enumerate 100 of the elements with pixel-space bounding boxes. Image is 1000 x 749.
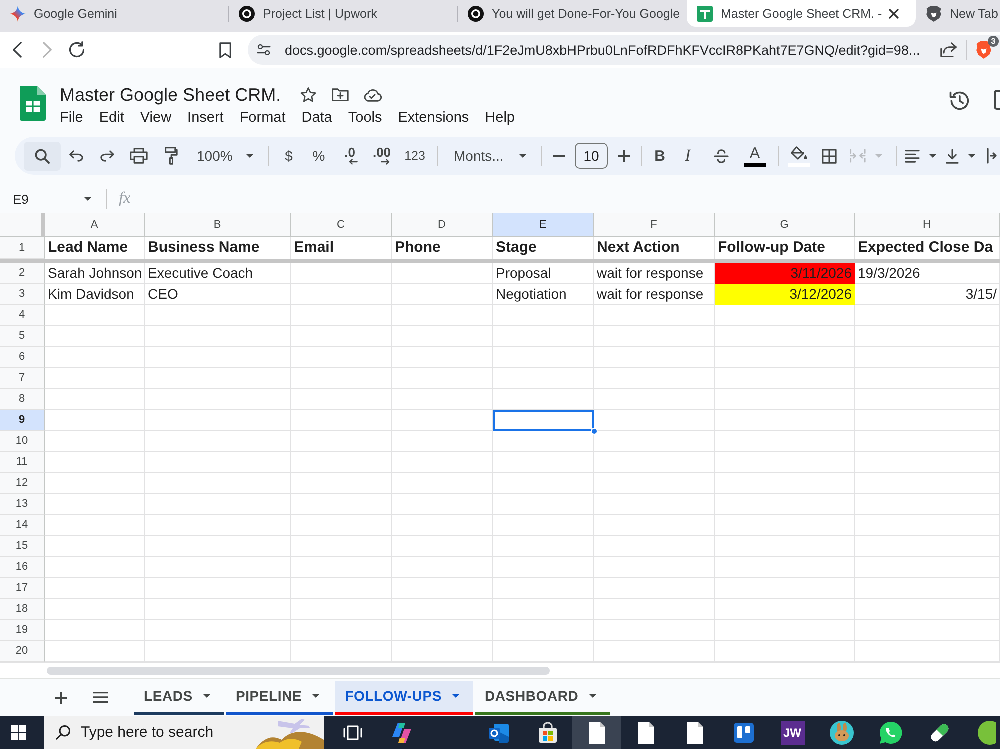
menu-item[interactable]: Data [302,108,332,128]
row-header[interactable]: 6 [0,347,45,368]
menu-item[interactable]: Format [240,108,286,128]
back-icon[interactable] [13,42,22,58]
address-field[interactable]: docs.google.com/spreadsheets/d/1F2eJmU8xbHPrbu0LnFofRDFhKFVccIR8PKaht7E7GNQ/edit?gid=98... 3 [248,35,1000,65]
row-header[interactable]: 18 [0,599,45,620]
redo-icon[interactable] [100,150,114,162]
four-panes-icon[interactable] [10,725,26,740]
wrap-icon[interactable] [987,148,997,164]
search-button[interactable] [24,142,61,170]
row-header[interactable]: 2 [0,263,45,284]
rabbit-icon[interactable] [830,720,854,744]
undo-icon[interactable] [68,150,84,162]
document-icon[interactable] [686,722,704,744]
document-icon[interactable] [636,722,654,744]
plus-icon[interactable] [55,692,67,704]
shopping-bag-icon[interactable] [536,722,558,744]
percent-button[interactable]: % [303,142,335,170]
column-header[interactable]: D [392,213,493,237]
menu-item[interactable]: Help [485,108,515,128]
print-icon[interactable] [130,148,148,164]
row-header[interactable]: 5 [0,326,45,347]
caret-icon[interactable] [929,154,937,158]
shield-icon[interactable] [976,41,992,59]
phone-bubble-icon[interactable] [878,720,902,744]
increase-decimals-button[interactable]: .00 [365,142,399,170]
row-header[interactable]: 17 [0,578,45,599]
row-header[interactable]: 13 [0,494,45,515]
row-header[interactable]: 15 [0,536,45,557]
decrease-decimals-button[interactable]: .0 [335,142,365,170]
italic-button[interactable]: I [672,142,704,170]
font-size-field[interactable]: 10 [575,143,608,169]
row-header[interactable]: 19 [0,620,45,641]
borders-icon[interactable] [822,148,836,164]
column-header[interactable]: G [715,213,855,237]
plus-icon[interactable] [618,150,630,162]
spreadsheet-logo-icon[interactable] [20,86,46,121]
row-header[interactable]: 12 [0,473,45,494]
row-header[interactable]: 20 [0,641,45,662]
stacked-panes-icon[interactable] [342,724,362,740]
reload-icon[interactable] [68,41,86,59]
column-header[interactable]: F [594,213,715,237]
column-header[interactable]: C [291,213,392,237]
star-icon[interactable] [300,87,318,103]
arrow-down-icon[interactable] [946,148,959,164]
paint-roller-icon[interactable] [164,147,178,165]
paint-bucket-icon[interactable] [790,146,808,160]
swirl-icon[interactable] [390,722,412,744]
browser-tab[interactable]: Google Gemini [0,0,229,27]
row-header[interactable]: 11 [0,452,45,473]
browser-tab[interactable]: New Tab [916,0,1000,27]
row-header[interactable]: 10 [0,431,45,452]
menu-item[interactable]: File [60,108,84,128]
row-header[interactable]: 8 [0,389,45,410]
menu-item[interactable]: Insert [188,108,224,128]
caret-icon[interactable] [968,154,976,158]
history-icon[interactable] [948,91,970,111]
fill-handle-icon[interactable] [591,428,598,435]
zoom-dropdown[interactable]: 100% [187,142,262,170]
browser-tab[interactable]: Project List | Upwork [229,0,458,27]
row-header[interactable]: 9 [0,410,45,431]
menu-item[interactable]: Tools [348,108,382,128]
board-icon[interactable] [734,722,754,742]
search-field[interactable]: Type here to search [44,716,324,749]
column-header[interactable]: H [855,213,1000,237]
sheet-tab[interactable]: FOLLOW-UPS [335,680,473,714]
align-left-icon[interactable] [905,150,920,162]
number-format-button[interactable]: 123 [399,142,431,170]
menu-item[interactable]: Extensions [398,108,470,128]
bookmark-icon[interactable] [219,42,232,58]
folder-icon[interactable] [332,88,350,102]
browser-tab[interactable]: Master Google Sheet CRM. - [687,0,916,27]
scrollbar-thumb[interactable] [47,667,550,675]
document-title[interactable]: Master Google Sheet CRM. [60,84,282,106]
column-header[interactable]: A [45,213,145,237]
row-header[interactable]: 3 [0,284,45,305]
share-icon[interactable] [940,42,958,58]
row-header[interactable]: 16 [0,557,45,578]
app-tile[interactable]: JW [780,720,804,744]
column-header[interactable]: E [493,213,594,237]
column-header[interactable]: B [145,213,291,237]
name-box[interactable]: E9 [5,186,100,212]
taskbar-button[interactable] [572,716,621,749]
row-header[interactable]: 14 [0,515,45,536]
close-icon[interactable] [889,8,899,18]
scrollbar-track[interactable] [0,662,1000,678]
menu-item[interactable]: View [140,108,172,128]
strikethrough-icon[interactable] [714,148,728,164]
row-header[interactable]: 7 [0,368,45,389]
browser-tab[interactable]: You will get Done-For-You Google [458,0,687,27]
row-header[interactable]: 4 [0,305,45,326]
currency-button[interactable]: $ [275,142,303,170]
row-header[interactable]: 1 [0,237,45,259]
font-dropdown[interactable]: Monts... [444,142,535,170]
tune-icon[interactable] [257,44,271,56]
menu-icon[interactable] [92,692,108,703]
text-color-button[interactable]: A [738,142,772,170]
bold-button[interactable]: B [648,142,672,170]
mail-icon[interactable] [488,722,510,744]
menu-item[interactable]: Edit [99,108,124,128]
